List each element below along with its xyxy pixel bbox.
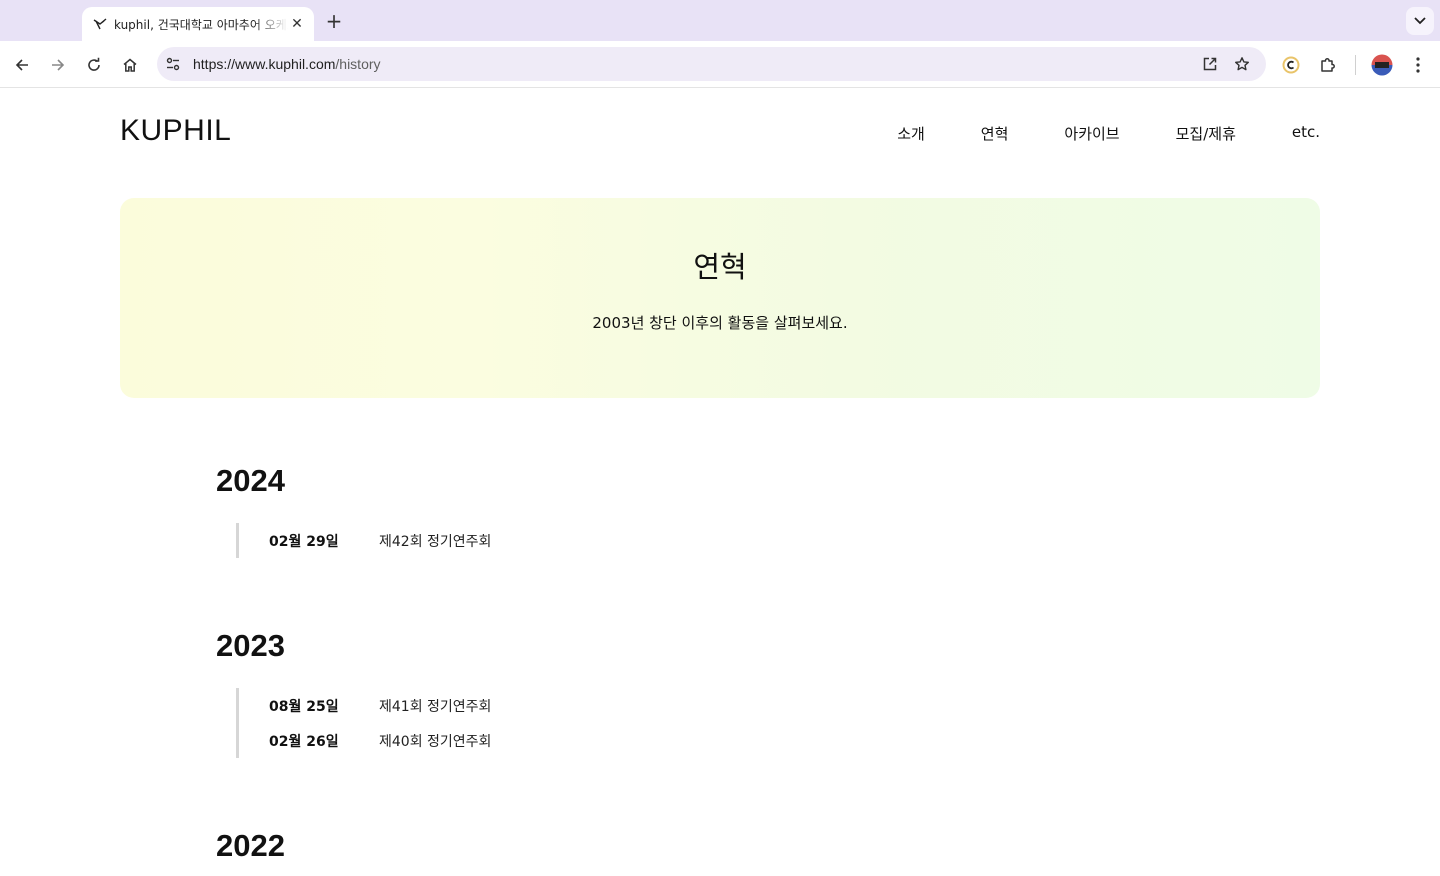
site-logo[interactable]: KUPHIL [120, 114, 231, 148]
event-list-2023: 08월 25일 제41회 정기연주회 02월 26일 제40회 정기연주회 [236, 688, 491, 758]
main-nav: 소개 연혁 아카이브 모집/제휴 etc. [841, 123, 1320, 144]
event-title: 제40회 정기연주회 [379, 733, 492, 750]
browser-tab[interactable]: kuphil, 건국대학교 아마추어 오케스트라 ✕ [82, 7, 314, 41]
nav-about[interactable]: 소개 [897, 123, 925, 144]
address-bar[interactable]: https://www.kuphil.com/history [157, 47, 1266, 81]
tab-strip: kuphil, 건국대학교 아마추어 오케스트라 ✕ + [0, 0, 1440, 41]
event-date: 02월 26일 [269, 733, 339, 750]
event-date: 02월 29일 [269, 533, 339, 550]
url-text: https://www.kuphil.com/history [193, 56, 381, 72]
open-in-app-icon[interactable] [1196, 50, 1224, 78]
page-viewport: KUPHIL 소개 연혁 아카이브 모집/제휴 etc. 연혁 2003년 창단… [0, 88, 1440, 876]
event-item: 02월 26일 제40회 정기연주회 [239, 723, 491, 758]
extension-c-icon[interactable] [1277, 51, 1305, 79]
page-title: 연혁 [693, 250, 747, 284]
back-arrow-icon[interactable] [8, 51, 36, 79]
nav-archive[interactable]: 아카이브 [1064, 123, 1119, 144]
new-tab-icon[interactable]: + [322, 9, 346, 33]
home-icon[interactable] [116, 51, 144, 79]
site-info-tune-icon[interactable] [159, 50, 187, 78]
bookmark-star-icon[interactable] [1228, 50, 1256, 78]
site-favicon-icon [92, 16, 108, 32]
nav-etc[interactable]: etc. [1292, 123, 1320, 144]
year-heading-2023: 2023 [216, 628, 285, 663]
event-date: 08월 25일 [269, 698, 339, 715]
hero-banner: 연혁 2003년 창단 이후의 활동을 살펴보세요. [120, 198, 1320, 398]
page-subtitle: 2003년 창단 이후의 활동을 살펴보세요. [592, 314, 848, 332]
event-title: 제42회 정기연주회 [379, 533, 492, 550]
nav-history[interactable]: 연혁 [981, 123, 1009, 144]
browser-menu-kebab-icon[interactable] [1404, 51, 1432, 79]
extensions-puzzle-icon[interactable] [1314, 51, 1342, 79]
event-item: 08월 25일 제41회 정기연주회 [239, 688, 491, 723]
nav-recruit[interactable]: 모집/제휴 [1176, 123, 1236, 144]
close-tab-icon[interactable]: ✕ [288, 15, 306, 33]
event-title: 제41회 정기연주회 [379, 698, 492, 715]
year-heading-2022: 2022 [216, 828, 285, 863]
toolbar-divider [1355, 55, 1356, 75]
event-list-2024: 02월 29일 제42회 정기연주회 [236, 523, 491, 558]
tab-search-chevron-icon[interactable] [1406, 7, 1434, 35]
forward-arrow-icon[interactable] [44, 51, 72, 79]
profile-avatar[interactable] [1368, 51, 1396, 79]
tab-title: kuphil, 건국대학교 아마추어 오케스트라 [114, 17, 288, 32]
reload-icon[interactable] [80, 51, 108, 79]
event-item: 02월 29일 제42회 정기연주회 [239, 523, 491, 558]
year-heading-2024: 2024 [216, 463, 285, 498]
browser-toolbar: https://www.kuphil.com/history [0, 41, 1440, 88]
